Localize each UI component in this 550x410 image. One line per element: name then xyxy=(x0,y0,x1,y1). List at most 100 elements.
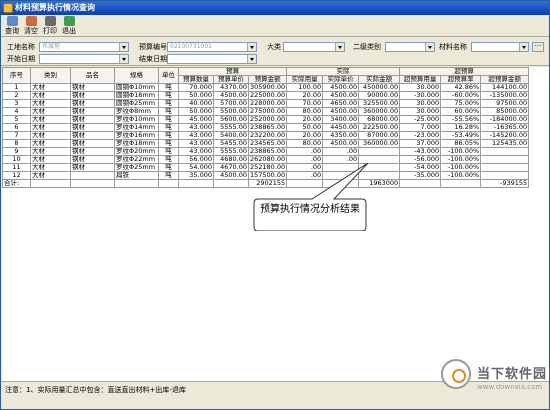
watermark-logo-icon xyxy=(441,359,471,389)
table-row[interactable]: 1 大材 钢材 圆钢Φ10mm 吨 70.000 4370.00 305900.00 100.0… xyxy=(2,83,530,92)
table-cell: 圆钢Φ10mm xyxy=(114,83,159,92)
query-icon xyxy=(6,16,18,26)
table-cell: 钢材 xyxy=(70,163,115,172)
col-name[interactable]: 品名 xyxy=(70,67,115,84)
table-cell: 吨 xyxy=(158,123,179,132)
table-cell: 5600.00 xyxy=(213,115,249,124)
app-icon xyxy=(3,3,13,13)
table-cell: .00 xyxy=(286,147,324,156)
table-cell: 30.000 xyxy=(399,83,442,92)
table-cell: 43.000 xyxy=(178,123,214,132)
table-cell: -54.000 xyxy=(399,163,442,172)
table-cell: 30.000 xyxy=(399,99,442,108)
col-budget-price[interactable]: 预算单价 xyxy=(213,75,249,84)
material-picker-button[interactable]: ··· xyxy=(532,42,544,52)
col-type[interactable]: 类别 xyxy=(30,67,71,84)
table-cell: 大材 xyxy=(30,115,71,124)
query-button[interactable]: 查询 xyxy=(3,16,21,36)
table-cell: 罗纹Φ10mm xyxy=(114,115,159,124)
col-over-amount[interactable]: 超预算金额 xyxy=(480,75,530,84)
status-note: 注意：1、实际用量汇总中包含：直送直出材料+出库-退库 xyxy=(5,386,186,394)
table-cell: 3400.00 xyxy=(322,115,360,124)
watermark: 当下软件园 www.downxia.com xyxy=(441,355,550,405)
table-cell: -16365.00 xyxy=(480,123,530,132)
table-cell: 罗纹Φ22mm xyxy=(114,155,159,164)
table-cell xyxy=(480,147,530,156)
table-cell: 20.00 xyxy=(286,91,324,100)
callout-bubble xyxy=(253,163,368,231)
site-name-value: 东城苑 xyxy=(42,43,61,50)
table-row[interactable]: 7 大材 钢材 罗纹Φ16mm 吨 43.000 5400.00 232200.00 20.00… xyxy=(2,131,530,140)
table-cell: 4650.00 xyxy=(322,99,360,108)
category-select[interactable] xyxy=(283,42,345,52)
subcategory-select[interactable] xyxy=(385,42,435,52)
table-cell: 20.00 xyxy=(286,131,324,140)
table-cell: 钢材 xyxy=(70,131,115,140)
table-cell: 43.000 xyxy=(178,147,214,156)
chevron-down-icon xyxy=(247,55,256,63)
col-actual-price[interactable]: 实际单价 xyxy=(322,75,360,84)
exit-icon xyxy=(63,16,75,26)
exit-button[interactable]: 退出 xyxy=(60,16,78,36)
chevron-down-icon xyxy=(519,43,528,51)
site-name-select[interactable]: 东城苑 xyxy=(39,42,129,52)
clear-button[interactable]: 清空 xyxy=(22,16,40,36)
col-spec[interactable]: 规格 xyxy=(114,67,159,84)
table-cell: 4370.00 xyxy=(213,83,249,92)
table-cell: 50.000 xyxy=(178,91,214,100)
col-actual-amount[interactable]: 实际金额 xyxy=(358,75,401,84)
table-row[interactable]: 5 大材 钢材 罗纹Φ10mm 吨 45.000 5600.00 252000.00 20.00… xyxy=(2,115,530,124)
table-cell: 37.000 xyxy=(399,139,442,148)
table-cell: 125435.00 xyxy=(480,139,530,148)
budget-no-select[interactable]: 02100731001 xyxy=(167,42,257,52)
table-cell: 4500.00 xyxy=(322,107,360,116)
table-cell: 钢材 xyxy=(70,91,115,100)
table-cell: 吨 xyxy=(158,155,179,164)
empty-row xyxy=(3,244,529,252)
table-row[interactable]: 9 大材 钢材 罗纹Φ20mm 吨 43.000 5555.00 238865.00.00.0… xyxy=(2,147,530,156)
col-budget-qty[interactable]: 预算数量 xyxy=(178,75,214,84)
table-cell: 吨 xyxy=(158,115,179,124)
table-cell: 40.000 xyxy=(178,99,214,108)
table-cell: 1 xyxy=(2,83,31,92)
print-button[interactable]: 打印 xyxy=(41,16,59,36)
table-cell: 罗纹Φ8mm xyxy=(114,107,159,116)
chevron-down-icon xyxy=(119,55,128,63)
empty-row xyxy=(3,260,529,268)
totals-label: 合计: xyxy=(2,179,31,188)
material-select[interactable] xyxy=(471,42,529,52)
col-seq[interactable]: 序号 xyxy=(2,67,31,84)
query-label: 查询 xyxy=(5,27,19,35)
table-cell: -145200.00 xyxy=(480,131,530,140)
group-header-row: 序号 类别 品名 规格 单位 预算 实际 超预算 xyxy=(2,67,530,84)
start-date-picker[interactable] xyxy=(39,54,129,64)
table-cell: 钢材 xyxy=(70,115,115,124)
col-unit[interactable]: 单位 xyxy=(158,67,179,84)
totals-over-amount: -939155 xyxy=(480,179,530,188)
group-budget: 预算 xyxy=(177,67,288,76)
table-cell: 4 xyxy=(2,107,31,116)
table-cell: 罗纹Φ14mm xyxy=(114,123,159,132)
table-cell: -60.00% xyxy=(440,91,482,100)
col-budget-amount[interactable]: 预算金额 xyxy=(247,75,288,84)
table-row[interactable]: 8 大材 钢材 罗纹Φ18mm 吨 43.000 5455.00 234565.00 80.00… xyxy=(2,139,530,148)
table-cell: 大材 xyxy=(30,139,71,148)
table-cell: 4500.00 xyxy=(322,83,360,92)
table-cell: 钢材 xyxy=(70,99,115,108)
table-cell: 97500.00 xyxy=(480,99,530,108)
table-cell: 45.000 xyxy=(178,115,214,124)
table-cell: 232200.00 xyxy=(247,131,288,140)
col-over-qty[interactable]: 超预算用量 xyxy=(399,75,442,84)
end-date-picker[interactable] xyxy=(167,54,257,64)
table-cell: 50.00 xyxy=(286,123,324,132)
col-actual-qty[interactable]: 实际用量 xyxy=(286,75,324,84)
table-cell: 吨 xyxy=(158,163,179,172)
empty-row xyxy=(3,252,529,260)
table-row[interactable]: 4 大材 钢材 罗纹Φ8mm 吨 50.000 5500.00 275000.00 80.00 4… xyxy=(2,107,530,116)
table-cell: -56.000 xyxy=(399,155,442,164)
results-grid[interactable]: 序号 类别 品名 规格 单位 预算 实际 超预算 预算数量 预算单价 预算金额 … xyxy=(2,67,549,381)
table-row[interactable]: 6 大材 钢材 罗纹Φ14mm 吨 43.000 5555.00 238865.00 50.00… xyxy=(2,123,530,132)
col-over-rate[interactable]: 超预算率 xyxy=(440,75,482,84)
table-row[interactable]: 2 大材 钢材 圆钢Φ18mm 吨 50.000 4500.00 225000.00 20.00… xyxy=(2,91,530,100)
table-row[interactable]: 3 大材 钢材 圆钢Φ25mm 吨 40.000 5700.00 228000.00 70.00… xyxy=(2,99,530,108)
